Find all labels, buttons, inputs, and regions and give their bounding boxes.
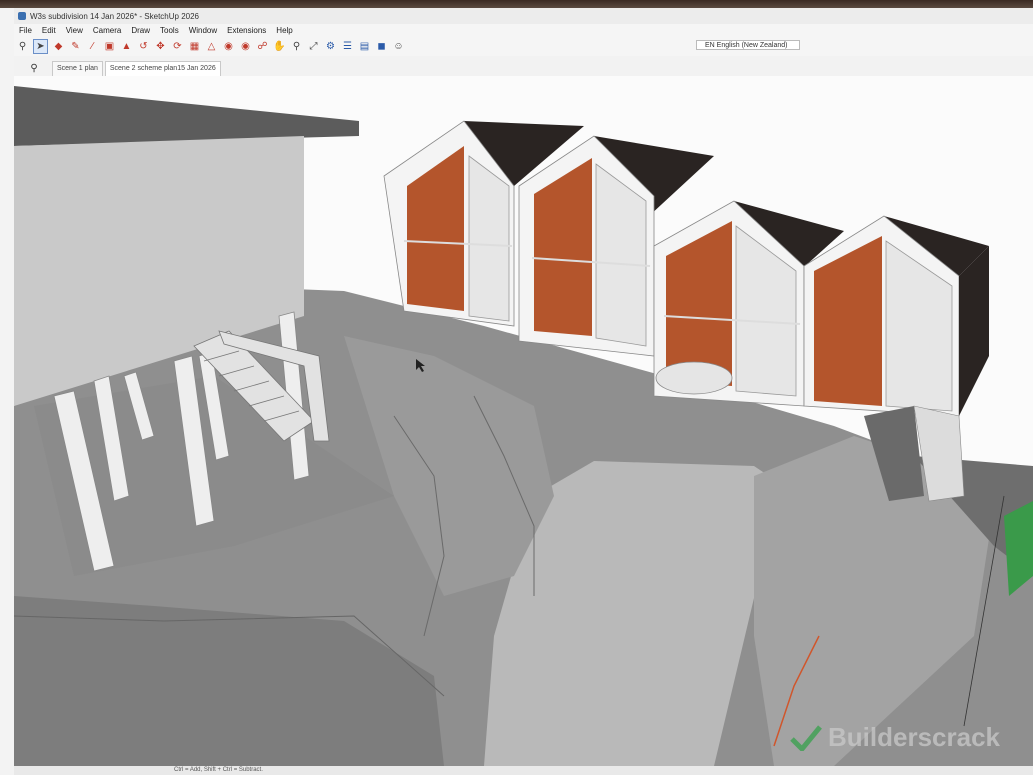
builderscrack-watermark: Builderscrack — [790, 722, 1000, 753]
orbit-tool-icon[interactable]: ☍ — [256, 40, 269, 53]
status-hint: Ctrl = Add, Shift + Ctrl = Subtract. — [174, 767, 263, 773]
menu-window[interactable]: Window — [189, 26, 217, 35]
paint-bucket-icon[interactable]: ◉ — [239, 40, 252, 53]
menu-draw[interactable]: Draw — [131, 26, 150, 35]
scale-tool-icon[interactable]: ▦ — [188, 40, 201, 53]
layers-icon[interactable]: ▤ — [358, 40, 371, 53]
status-bar: Ctrl = Add, Shift + Ctrl = Subtract. — [14, 766, 1033, 775]
feature-rock — [655, 361, 733, 395]
warehouse-icon[interactable]: ⚙ — [324, 40, 337, 53]
title-bar: W3s subdivision 14 Jan 2026* - SketchUp … — [14, 8, 1033, 24]
tape-measure-icon[interactable]: ◉ — [222, 40, 235, 53]
select-tool-icon[interactable]: ➤ — [33, 38, 48, 54]
menu-view[interactable]: View — [66, 26, 83, 35]
model-drawing — [14, 86, 1033, 766]
account-icon[interactable]: ☺ — [392, 40, 405, 53]
rectangle-tool-icon[interactable]: ▣ — [103, 40, 116, 53]
scenes-bar: ⚲ Scene 1 plan Scene 2 scheme plan15 Jan… — [14, 56, 1033, 76]
trimble-connect-icon[interactable]: ◼ — [375, 40, 388, 53]
menu-bar: File Edit View Camera Draw Tools Window … — [14, 24, 1033, 36]
scene-search-icon[interactable]: ⚲ — [24, 60, 44, 76]
menu-extensions[interactable]: Extensions — [227, 26, 266, 35]
main-toolbar: ⚲ ➤ ◆ ✎ ∕ ▣ ▲ ↺ ✥ ⟳ ▦ △ ◉ ◉ ☍ ✋ ⚲ ⤢ ⚙ ☰ … — [14, 36, 1033, 56]
push-pull-tool-icon[interactable]: ▲ — [120, 40, 133, 53]
zoom-extents-icon[interactable]: ⤢ — [307, 40, 320, 53]
menu-edit[interactable]: Edit — [42, 26, 56, 35]
offset-tool-icon[interactable]: ↺ — [137, 40, 150, 53]
menu-camera[interactable]: Camera — [93, 26, 121, 35]
move-tool-icon[interactable]: ✥ — [154, 40, 167, 53]
house-4 — [803, 215, 989, 417]
tab-scene-1[interactable]: Scene 1 plan — [52, 61, 103, 76]
rotate-tool-icon[interactable]: ⟳ — [171, 40, 184, 53]
checkmark-logo-icon — [790, 724, 822, 751]
menu-file[interactable]: File — [19, 26, 32, 35]
line-tool-icon[interactable]: ∕ — [86, 40, 99, 53]
tab-scene-2[interactable]: Scene 2 scheme plan15 Jan 2026 — [104, 61, 221, 76]
pencil-tool-icon[interactable]: ✎ — [69, 40, 82, 53]
menu-tools[interactable]: Tools — [160, 26, 179, 35]
house-side-roof — [959, 246, 989, 416]
pan-tool-icon[interactable]: ✋ — [273, 40, 286, 53]
eraser-tool-icon[interactable]: ◆ — [52, 40, 65, 53]
sketchup-app-icon — [18, 12, 26, 20]
roof-overhang — [14, 86, 359, 146]
model-viewport[interactable] — [14, 76, 1033, 766]
language-selector[interactable]: EN English (New Zealand) — [696, 40, 800, 50]
follow-me-tool-icon[interactable]: △ — [205, 40, 218, 53]
monitor-bezel — [0, 0, 1033, 8]
menu-help[interactable]: Help — [276, 26, 292, 35]
watermark-text: Builderscrack — [828, 722, 1000, 752]
search-icon[interactable]: ⚲ — [16, 40, 29, 53]
zoom-tool-icon[interactable]: ⚲ — [290, 40, 303, 53]
extension-warehouse-icon[interactable]: ☰ — [341, 40, 354, 53]
window-title: W3s subdivision 14 Jan 2026* - SketchUp … — [30, 11, 199, 21]
